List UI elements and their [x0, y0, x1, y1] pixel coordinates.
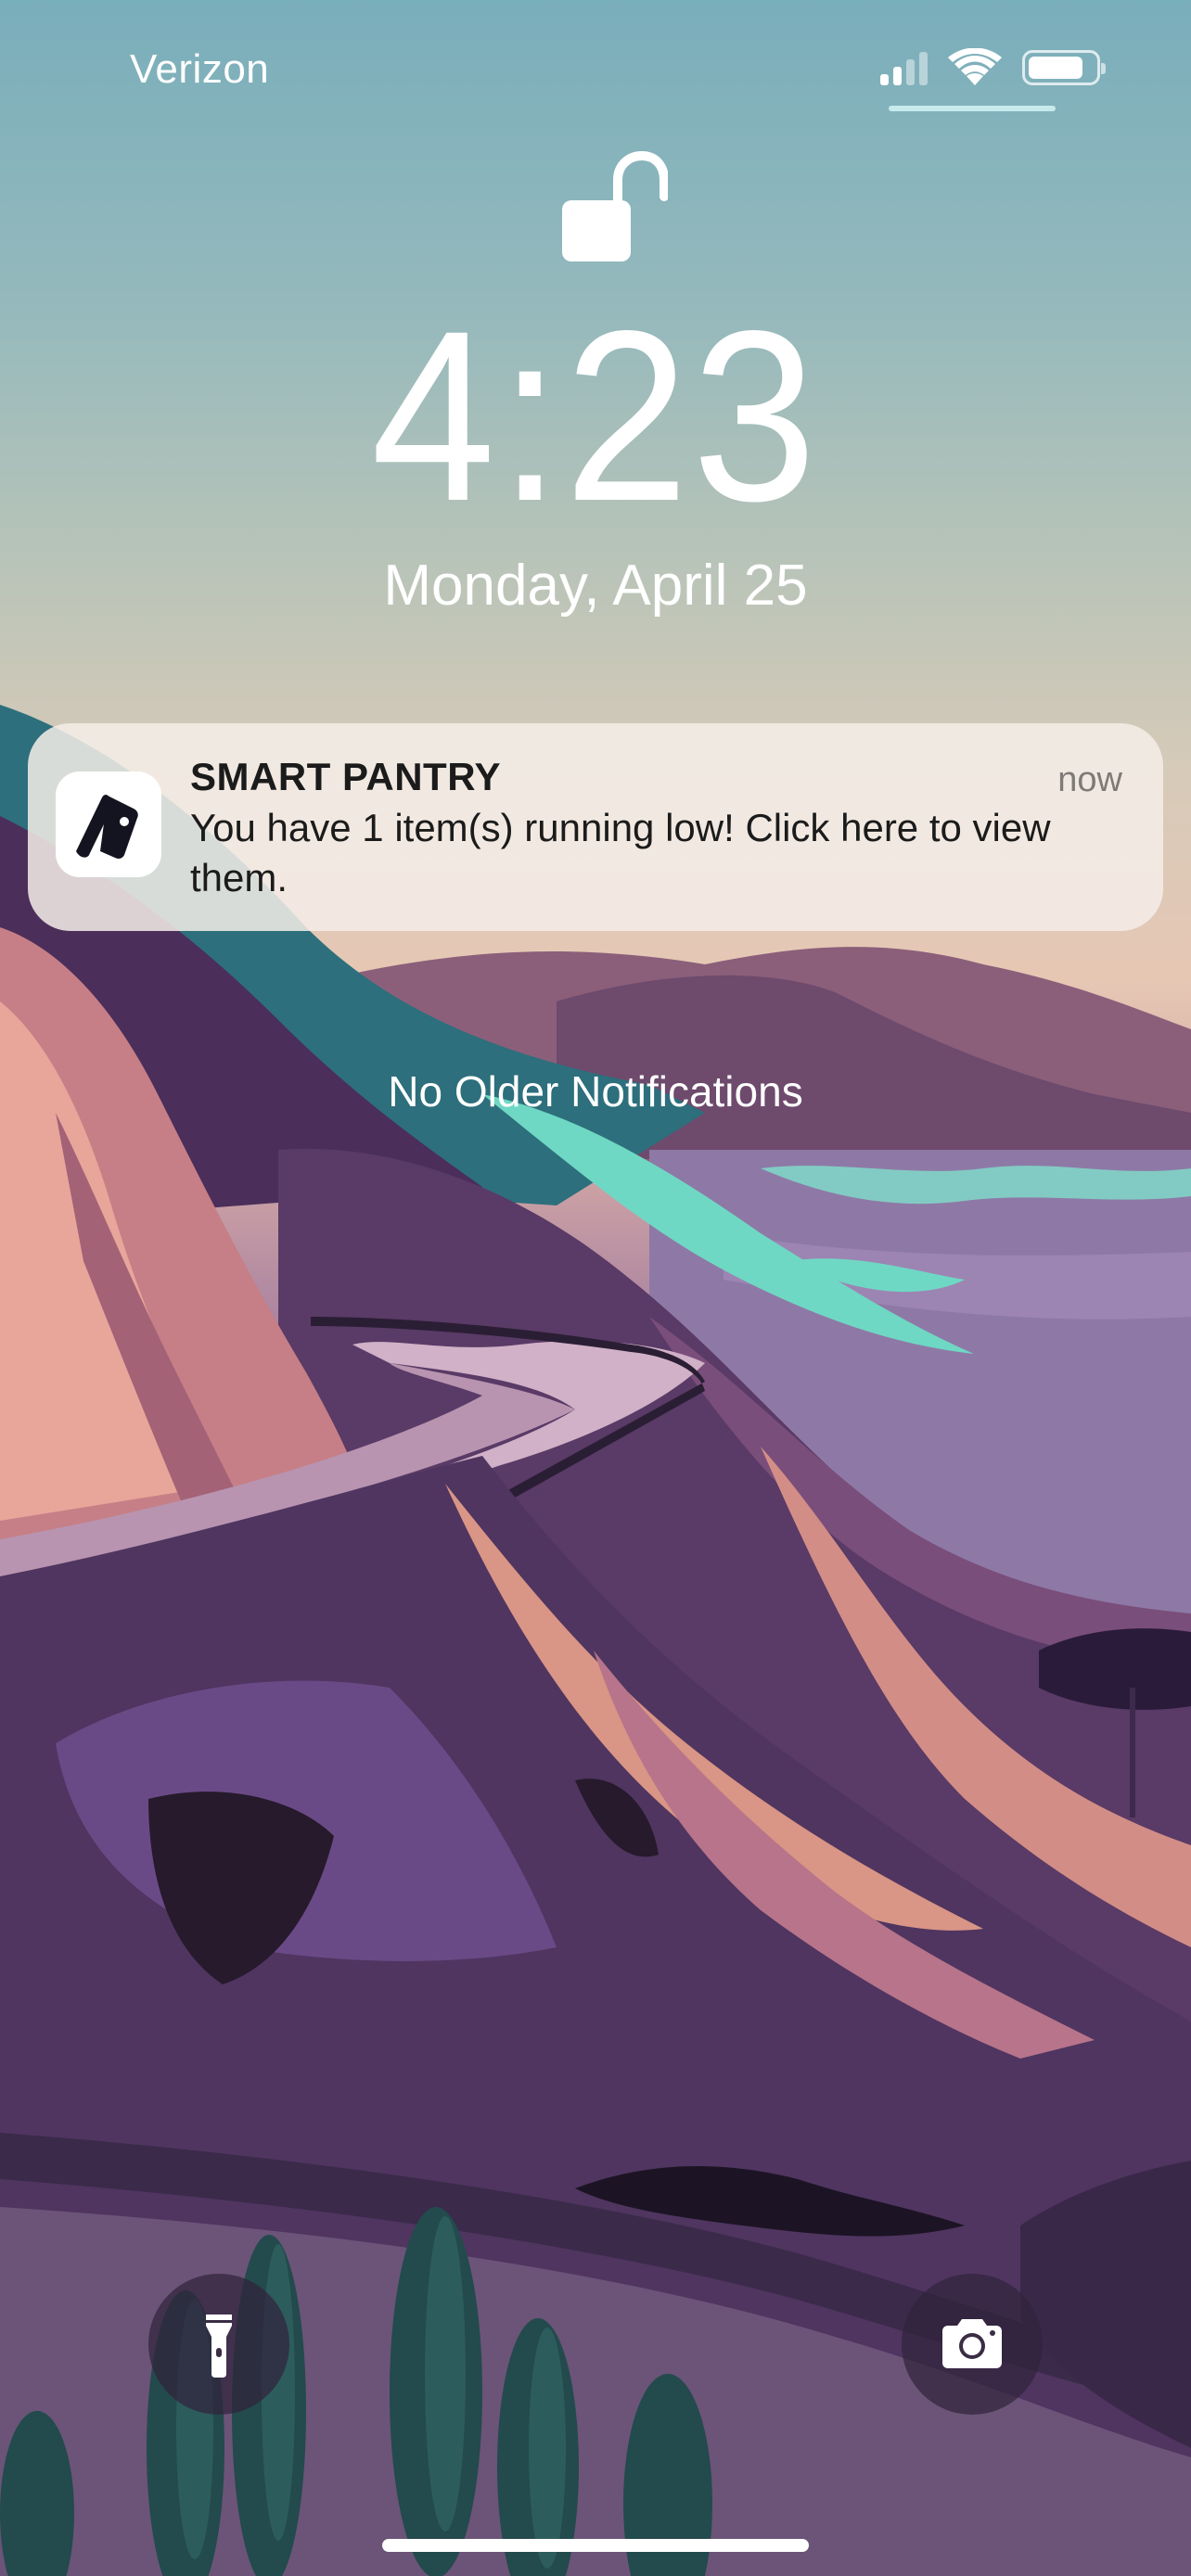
flashlight-button[interactable]	[148, 2274, 289, 2415]
notification-app-name: SMART PANTRY	[190, 755, 501, 798]
smart-pantry-logo	[56, 772, 161, 877]
carrier-name: Verizon	[130, 46, 270, 92]
lock-screen: Verizon 4:23 Monday, April 25 SMART PANT…	[0, 0, 1191, 2576]
control-center-indicator[interactable]	[889, 106, 1056, 111]
flashlight-icon	[206, 2315, 232, 2378]
smart-pantry-app-icon	[56, 772, 161, 877]
cellular-signal-icon	[880, 50, 928, 85]
status-icons	[880, 48, 1106, 87]
no-older-notifications-label: No Older Notifications	[388, 1067, 803, 1116]
home-indicator[interactable]	[382, 2539, 809, 2552]
camera-button[interactable]	[902, 2274, 1043, 2415]
notification-message: You have 1 item(s) running low! Click he…	[190, 806, 1051, 899]
notification-timestamp: now	[1057, 760, 1122, 799]
battery-icon	[1022, 50, 1106, 85]
camera-icon	[942, 2319, 1002, 2368]
wifi-icon	[948, 48, 1002, 85]
smart-pantry-notification[interactable]: SMART PANTRY now You have 1 item(s) runn…	[28, 723, 1163, 931]
lock-screen-time: 4:23	[0, 295, 1191, 538]
time-text: 4:23	[371, 280, 820, 552]
unlocked-padlock-icon	[562, 150, 668, 261]
lock-screen-date: Monday, April 25	[383, 554, 808, 618]
